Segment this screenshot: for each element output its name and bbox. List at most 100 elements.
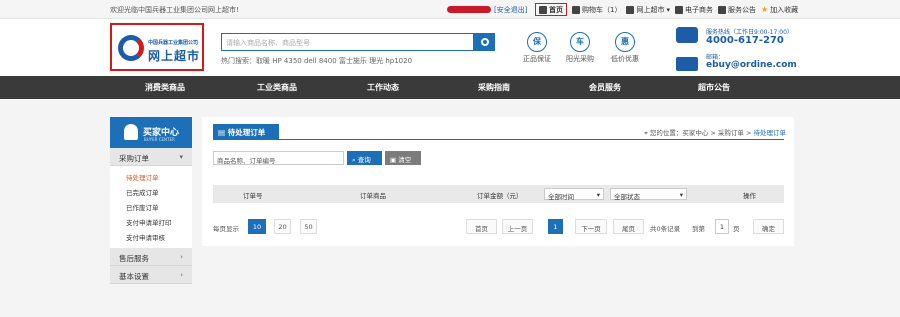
page-title: ▤ 待处理订单 [213, 124, 279, 139]
ecommerce-icon [674, 5, 683, 14]
top-bar: 欢迎光临中国兵器工业集团公司网上超市! [安全退出] 首页 购物车（1） 网上超… [0, 0, 900, 19]
ecommerce-label: 电子商务 [684, 5, 713, 14]
market-label: 网上超市 [636, 5, 665, 14]
table-header: 订单号 订单商品 订单金额（元） 全部时间 ▾ 全部状态 ▾ 操作 [213, 185, 784, 203]
chevron-down-icon: ▾ [596, 191, 600, 199]
clear-label: 清空 [398, 156, 412, 164]
sidebar-section-orders[interactable]: 采购订单 ▾ [110, 148, 192, 166]
nav-purchase-guide[interactable]: 采购指南 [478, 82, 510, 93]
favorite-link[interactable]: ★ 加入收藏 [761, 5, 798, 15]
site-logo[interactable]: 中国兵器工业集团公司 网上超市 [110, 23, 204, 71]
search-icon [480, 38, 489, 46]
ecommerce-link[interactable]: 电子商务 [674, 5, 713, 15]
truck-icon: 车 [570, 32, 590, 52]
sidebar-item-pending-orders[interactable]: 待处理订单 [110, 169, 192, 184]
title-underline [213, 139, 784, 140]
feature-label: 低价优惠 [611, 55, 639, 63]
search-input[interactable]: 请输入商品名称、商品型号 [221, 33, 474, 51]
chevron-down-icon: ▾ [679, 191, 683, 199]
main-nav: 消费类商品 工业类商品 工作动态 采购指南 会员服务 超市公告 [0, 76, 900, 99]
jump-label: 到第 [692, 225, 705, 233]
phone-icon [676, 27, 698, 43]
sidebar-item-voided-orders[interactable]: 已作废订单 [110, 199, 192, 214]
next-page-button[interactable]: 下一页 [575, 219, 607, 234]
logo-title: 网上超市 [148, 49, 201, 63]
home-icon [539, 5, 547, 14]
time-filter-select[interactable]: 全部时间 ▾ [544, 188, 604, 201]
sidebar: 买家中心 BUYER CENTER 采购订单 ▾ 待处理订单 已完成订单 已作废… [110, 117, 192, 284]
sidebar-item-payment-print[interactable]: 支付申请单打印 [110, 214, 192, 229]
shield-icon: 保 [527, 32, 547, 52]
cart-link[interactable]: 购物车（1） [572, 5, 621, 15]
jump-page-input[interactable]: 1 [715, 219, 729, 234]
breadcrumb-prefix[interactable]: 您的位置：买家中心 > 采购订单 > [650, 129, 754, 137]
section-label: 基本设置 [119, 272, 149, 281]
page-size-50[interactable]: 50 [300, 219, 317, 234]
breadcrumb-current: 待处理订单 [753, 129, 787, 137]
home-label: 首页 [549, 5, 563, 14]
confirm-jump-button[interactable]: 确定 [753, 219, 784, 234]
sidebar-subtitle: BUYER CENTER [144, 137, 175, 142]
sidebar-section-settings[interactable]: 基本设置 › [110, 266, 192, 284]
nav-consumer-goods[interactable]: 消费类商品 [145, 82, 185, 93]
feature-genuine[interactable]: 保 正品保证 [517, 32, 557, 64]
query-button[interactable]: ⌕ 查询 [347, 151, 382, 165]
star-icon: ★ [760, 5, 769, 14]
service-link[interactable]: 服务公告 [717, 5, 756, 15]
per-page-label: 每页显示 [213, 225, 239, 233]
logo-subtitle: 中国兵器工业集团公司 [148, 40, 199, 46]
service-phone: 4000-617-270 [706, 35, 784, 46]
first-page-button[interactable]: 首页 [466, 219, 497, 234]
mail-icon [676, 57, 698, 71]
nav-news[interactable]: 工作动态 [367, 82, 399, 93]
pagination: 每页显示 10 20 50 首页 上一页 1 下一页 尾页 共0条记录 到第 1… [213, 219, 784, 235]
page-size-10[interactable]: 10 [248, 219, 266, 234]
chevron-right-icon: › [180, 253, 183, 261]
market-icon [626, 5, 635, 14]
query-label: 查询 [357, 156, 371, 164]
page-size-20[interactable]: 20 [274, 219, 291, 234]
service-label: 服务公告 [727, 5, 756, 14]
service-icon [717, 5, 726, 14]
chevron-down-icon: ▾ [666, 5, 670, 14]
col-amount: 订单金额（元） [477, 192, 523, 200]
feature-discount[interactable]: 惠 低价优惠 [605, 32, 645, 64]
nav-industrial-goods[interactable]: 工业类商品 [257, 82, 297, 93]
section-label: 售后服务 [119, 254, 149, 263]
total-records: 共0条记录 [650, 225, 681, 233]
nav-member-service[interactable]: 会员服务 [589, 82, 621, 93]
market-link[interactable]: 网上超市 ▾ [626, 5, 670, 15]
nav-announcement[interactable]: 超市公告 [698, 82, 730, 93]
sidebar-section-after-sales[interactable]: 售后服务 › [110, 248, 192, 266]
search-button[interactable] [474, 33, 495, 51]
clear-icon: ▣ [390, 156, 399, 164]
prev-page-button[interactable]: 上一页 [502, 219, 533, 234]
chevron-right-icon: › [180, 271, 183, 279]
section-label: 采购订单 [119, 154, 149, 163]
home-link[interactable]: 首页 [535, 3, 567, 16]
orders-submenu: 待处理订单 已完成订单 已作废订单 支付申请单打印 支付申请审核 [110, 166, 192, 248]
col-action: 操作 [743, 192, 756, 200]
feature-label: 阳光采购 [566, 55, 594, 63]
current-page-button[interactable]: 1 [548, 219, 563, 234]
clear-button[interactable]: ▣ 清空 [385, 151, 421, 165]
user-icon [124, 124, 138, 140]
redacted-username [447, 6, 491, 13]
service-email[interactable]: ebuy@ordine.com [706, 60, 797, 70]
col-order-no: 订单号 [243, 192, 263, 200]
logout-link[interactable]: [安全退出] [494, 5, 527, 15]
page-title-text: 待处理订单 [227, 128, 266, 137]
title-icon: ▤ [218, 128, 228, 137]
sidebar-item-completed-orders[interactable]: 已完成订单 [110, 184, 192, 199]
status-filter-select[interactable]: 全部状态 ▾ [610, 188, 687, 201]
site-header: 中国兵器工业集团公司 网上超市 请输入商品名称、商品型号 热门搜索：取暖 HP … [0, 19, 900, 76]
feature-sunshine[interactable]: 车 阳光采购 [560, 32, 600, 64]
sidebar-item-payment-review[interactable]: 支付申请审核 [110, 229, 192, 244]
cart-label: 购物车（1） [582, 5, 622, 14]
favorite-label: 加入收藏 [770, 5, 799, 14]
order-search-input[interactable]: 商品名称、订单编号 [213, 151, 344, 165]
last-page-button[interactable]: 尾页 [613, 219, 644, 234]
discount-icon: 惠 [615, 32, 635, 52]
hot-search[interactable]: 热门搜索：取暖 HP 4350 dell 8400 富士施乐 理光 hp1020 [221, 56, 412, 66]
main-panel: ▤ 待处理订单 ⌖ 您的位置：买家中心 > 采购订单 > 待处理订单 商品名称、… [202, 117, 794, 246]
